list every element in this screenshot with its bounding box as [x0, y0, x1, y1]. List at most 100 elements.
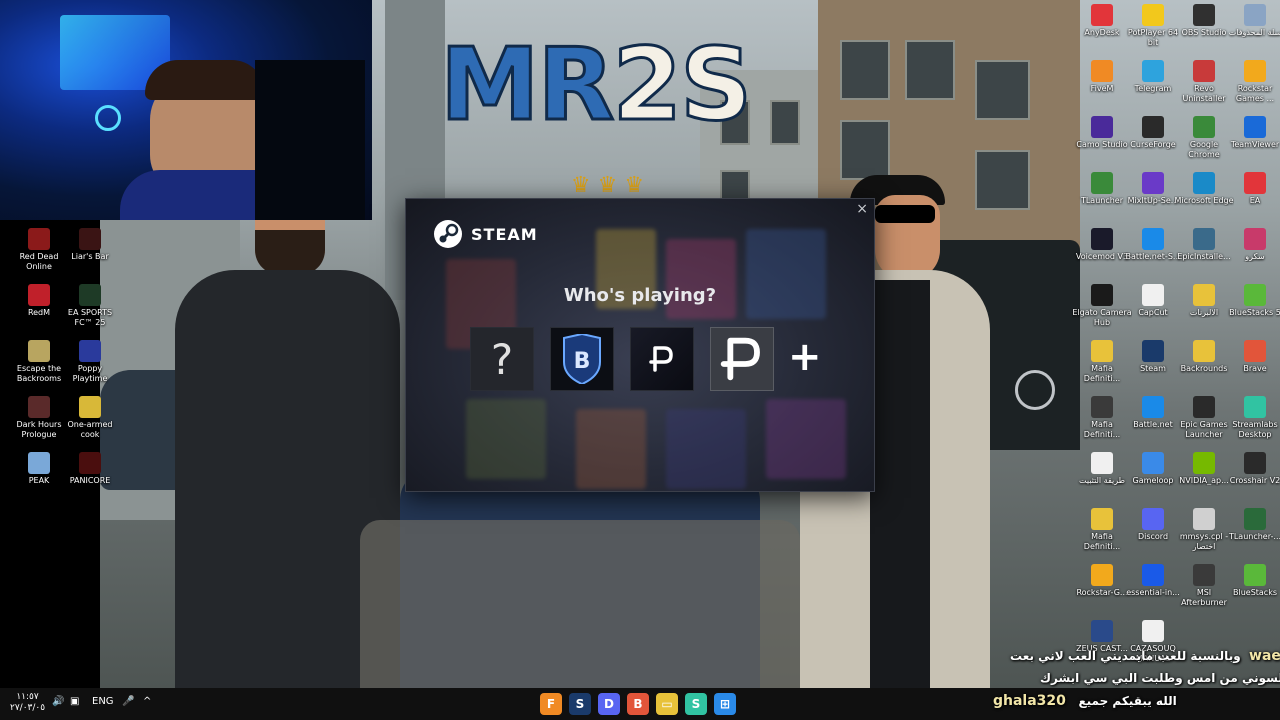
microphone-icon[interactable]: 🎤 — [122, 696, 134, 707]
crown-icon: ♛ ♛ ♛ — [570, 173, 645, 198]
desktop-icon[interactable]: PANICORE — [60, 452, 120, 486]
desktop-icon[interactable]: Crosshair V2 — [1225, 452, 1280, 486]
skro-icon — [1244, 228, 1266, 250]
desktop-icon-label: سكرو — [1245, 252, 1265, 261]
panicore-icon — [79, 452, 101, 474]
bluestacks-icon — [1244, 284, 1266, 306]
steam-taskbar-icon[interactable]: S — [569, 693, 591, 715]
desktop-icon[interactable]: BlueStacks — [1225, 564, 1280, 598]
start-button-icon[interactable]: ⊞ — [714, 693, 736, 715]
desktop-icon-label: سلة المحذوفات — [1228, 28, 1280, 37]
rockstar-icon — [1244, 60, 1266, 82]
svg-text:B: B — [574, 349, 591, 374]
brave-taskbar-icon[interactable]: B — [627, 693, 649, 715]
desktop-icon[interactable]: EA SPORTS FC™ 25 — [60, 284, 120, 328]
chat-message-3: ghala320 الله يبقيكم جميع — [993, 693, 1177, 709]
discord-taskbar-icon[interactable]: D — [598, 693, 620, 715]
obs-icon — [1193, 4, 1215, 26]
close-button[interactable]: × — [856, 201, 868, 217]
streamlabs-icon — [1244, 396, 1266, 418]
p-logo-icon — [649, 346, 673, 372]
desktop-icon-label: Poppy Playtime — [72, 364, 108, 383]
desktop-icon-label: TeamViewer — [1230, 140, 1280, 149]
desktop-icon[interactable]: Rockstar Games ... — [1225, 60, 1280, 104]
desktop-icon[interactable]: سكرو — [1225, 228, 1280, 262]
ea-icon — [1244, 172, 1266, 194]
desktop-icon[interactable]: سلة المحذوفات — [1225, 4, 1280, 38]
steam-brand-label: STEAM — [471, 224, 538, 244]
explorer-taskbar-icon[interactable]: ▭ — [656, 693, 678, 715]
steam-brand: STEAM — [433, 219, 538, 249]
desktop-icon-label: EA SPORTS FC™ 25 — [67, 308, 113, 327]
chat-text: وبالنسبة للعب مايمديني العب لاني بعت — [1010, 649, 1241, 663]
chat-text: السوني من امس وطلبت البي سي ابشرك — [1040, 671, 1280, 685]
steam-icon — [1142, 340, 1164, 362]
clock-time: ١١:٥٧ — [16, 692, 39, 702]
tlauncher-icon — [1244, 508, 1266, 530]
desktop-icon-label: EA — [1249, 196, 1261, 205]
liars-bar-icon — [79, 228, 101, 250]
desktop-icon[interactable]: Streamlabs Desktop — [1225, 396, 1280, 440]
text-file-icon — [1091, 452, 1113, 474]
p-logo-large-icon — [720, 337, 760, 381]
bluestacks-icon — [1244, 564, 1266, 586]
team-shield-icon: B — [563, 334, 601, 384]
language-indicator[interactable]: ENG — [92, 696, 114, 707]
mixitup-icon — [1142, 172, 1164, 194]
folder-icon — [1091, 508, 1113, 530]
streamlabs-taskbar-icon[interactable]: S — [685, 693, 707, 715]
pdf-icon — [1142, 620, 1164, 642]
desktop-icon[interactable]: Poppy Playtime — [60, 340, 120, 384]
peak-icon — [28, 452, 50, 474]
profile-avatar-team-logo[interactable]: B — [550, 327, 614, 391]
fc25-icon — [79, 284, 101, 306]
chat-message-2: السوني من امس وطلبت البي سي ابشرك — [1040, 671, 1280, 685]
tlauncher-icon — [1091, 172, 1113, 194]
desktop-icon[interactable]: EA — [1225, 172, 1280, 206]
poppy-icon — [79, 340, 101, 362]
chat-username: ghala320 — [993, 693, 1066, 709]
taskbar-clock[interactable]: ١١:٥٧ ٢٧/٠٣/٠٥ — [10, 692, 45, 714]
shortcut-icon — [1193, 508, 1215, 530]
profile-avatar-p-dark[interactable] — [630, 327, 694, 391]
desktop-icon-label: Brave — [1243, 364, 1267, 373]
desktop-icon-label: Liar's Bar — [71, 252, 109, 261]
desktop-icon[interactable]: TLauncher-... — [1225, 508, 1280, 542]
desktop-icon[interactable]: TeamViewer — [1225, 116, 1280, 150]
clock-date: ٢٧/٠٣/٠٥ — [10, 703, 46, 713]
desktop-icon[interactable]: Liar's Bar — [60, 228, 120, 262]
backrooms-icon — [28, 340, 50, 362]
add-profile-button[interactable]: + — [788, 337, 822, 377]
fivem-icon — [1091, 60, 1113, 82]
capcut-icon — [1142, 284, 1164, 306]
battlenet-icon — [1142, 396, 1164, 418]
profile-avatar-unknown[interactable]: ? — [470, 327, 534, 391]
question-mark-icon: ? — [490, 334, 514, 384]
telegram-icon — [1142, 60, 1164, 82]
folder-icon — [1193, 340, 1215, 362]
desktop-icon-label: Rockstar Games ... — [1235, 84, 1275, 103]
steam-profile-dialog: STEAM × Who's playing? ? B + — [405, 198, 875, 492]
fivem-taskbar-icon[interactable]: F — [540, 693, 562, 715]
profile-avatar-p-light[interactable] — [710, 327, 774, 391]
folder-icon — [1091, 340, 1113, 362]
tray-expand-icon[interactable]: ^ — [143, 696, 151, 707]
desktop-icon[interactable]: BlueStacks 5 — [1225, 284, 1280, 318]
camo-icon — [1091, 116, 1113, 138]
volume-icon[interactable]: 🔊 — [52, 696, 64, 707]
chat-text: الله يبقيكم جميع — [1078, 694, 1177, 708]
network-icon[interactable]: ▣ — [70, 696, 79, 707]
epic-installer-icon — [1193, 228, 1215, 250]
voicemod-icon — [1091, 228, 1113, 250]
revo-icon — [1193, 60, 1215, 82]
potplayer-icon — [1142, 4, 1164, 26]
teamviewer-icon — [1244, 116, 1266, 138]
wallpaper-logo: MR2S — [439, 26, 754, 143]
desktop-icon[interactable]: Brave — [1225, 340, 1280, 374]
elgato-icon — [1091, 284, 1113, 306]
epic-icon — [1193, 396, 1215, 418]
curseforge-icon — [1142, 116, 1164, 138]
desktop-icon-label: Crosshair V2 — [1229, 476, 1280, 485]
desktop-icon[interactable]: One-armed cook — [60, 396, 120, 440]
red-dead-icon — [28, 228, 50, 250]
